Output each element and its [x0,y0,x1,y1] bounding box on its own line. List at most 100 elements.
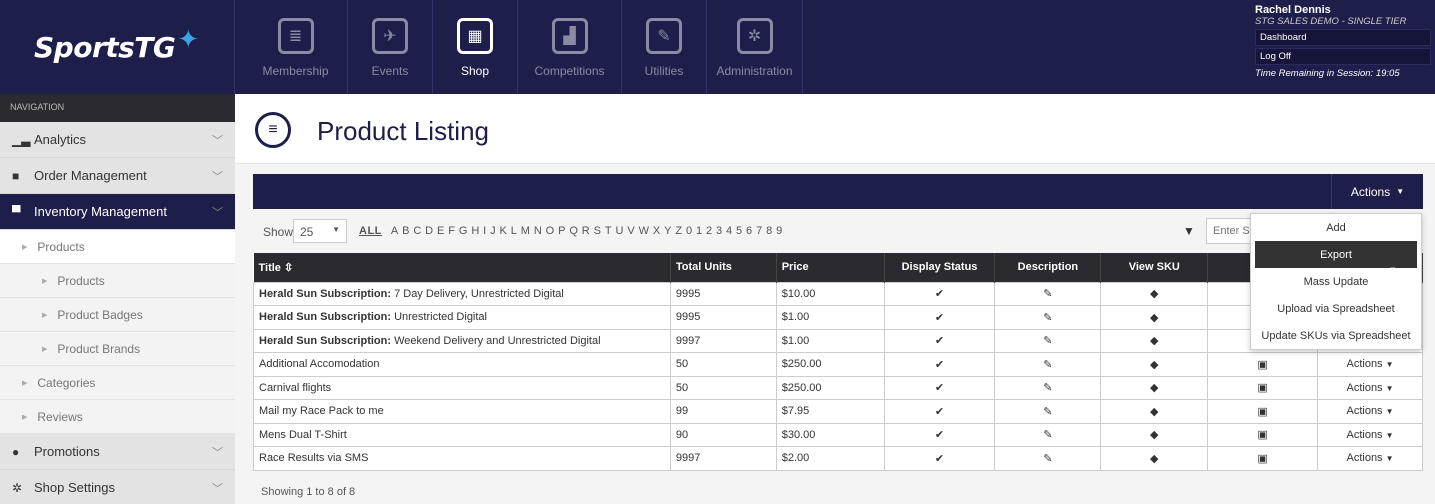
filter-letter[interactable]: 3 [716,225,723,237]
filter-letter[interactable]: 6 [746,225,753,237]
filter-letter[interactable]: R [582,225,590,237]
filter-letter[interactable]: D [425,225,433,237]
tag-icon[interactable]: ◆ [1100,375,1209,400]
dashboard-link[interactable]: Dashboard [1255,29,1431,46]
dropdown-add[interactable]: Add [1251,214,1421,241]
filter-letter[interactable]: B [402,225,410,237]
filter-letter[interactable]: 2 [706,225,713,237]
filter-letter[interactable]: T [605,225,612,237]
tab-events[interactable]: ✈ Events [348,0,433,94]
tag-icon[interactable]: ◆ [1100,305,1209,330]
sidebar-item-product-badges[interactable]: ▶ Product Badges [0,298,235,332]
filter-letter[interactable]: G [459,225,468,237]
tag-icon[interactable]: ◆ [1100,352,1209,377]
tab-utilities[interactable]: ✎ Utilities [622,0,707,94]
filter-letter[interactable]: U [616,225,624,237]
filter-letter[interactable]: 1 [696,225,703,237]
checkmark-icon[interactable]: ✔ [883,422,996,447]
camera-icon[interactable]: ▣ [1207,375,1319,400]
filter-letter[interactable]: K [500,225,508,237]
filter-letter[interactable]: W [639,225,650,237]
sidebar-item-products-sub[interactable]: ▶ Products [0,264,235,298]
filter-letter[interactable]: Z [675,225,682,237]
filter-letter[interactable]: C [413,225,421,237]
camera-icon[interactable]: ▣ [1207,422,1319,447]
filter-letter[interactable]: 5 [736,225,743,237]
checkmark-icon[interactable]: ✔ [883,352,996,377]
col-description[interactable]: Description [994,253,1102,282]
page-size-select[interactable]: 25 ▼ [293,219,347,243]
tag-icon[interactable]: ◆ [1100,399,1209,424]
tag-icon[interactable]: ◆ [1100,281,1209,306]
filter-letter[interactable]: P [558,225,566,237]
col-display-status[interactable]: Display Status [884,253,996,282]
filter-letter[interactable]: F [448,225,455,237]
checkmark-icon[interactable]: ✔ [883,305,996,330]
checkmark-icon[interactable]: ✔ [883,446,996,471]
actions-button[interactable]: Actions ▼ [1331,174,1423,209]
row-actions-button[interactable]: Actions ▼ [1317,446,1423,471]
filter-letter[interactable]: H [471,225,479,237]
filter-letter[interactable]: J [490,225,496,237]
col-title[interactable]: Title ⇳ [253,253,671,282]
filter-letter[interactable]: S [594,225,602,237]
filter-letter[interactable]: 8 [766,225,773,237]
filter-letter[interactable]: I [483,225,487,237]
filter-letter[interactable]: X [653,225,661,237]
logo[interactable]: SportsTG ✦ [0,0,235,94]
filter-letter[interactable]: N [534,225,542,237]
sidebar-item-reviews[interactable]: ▶ Reviews [0,400,235,434]
checkmark-icon[interactable]: ✔ [883,328,996,353]
pencil-icon[interactable]: ✎ [994,305,1102,330]
row-actions-button[interactable]: Actions ▼ [1317,375,1423,400]
tab-shop[interactable]: ▦ Shop [433,0,518,94]
sidebar-item-inventory-management[interactable]: ▀ Inventory Management ﹀ [0,194,235,230]
tab-administration[interactable]: ✲ Administration [707,0,803,94]
camera-icon[interactable]: ▣ [1207,399,1319,424]
pencil-icon[interactable]: ✎ [994,281,1102,306]
row-actions-button[interactable]: Actions ▼ [1317,352,1423,377]
col-price[interactable]: Price [776,253,885,282]
logoff-link[interactable]: Log Off [1255,48,1431,65]
sidebar-item-order-management[interactable]: ■ Order Management ﹀ [0,158,235,194]
checkmark-icon[interactable]: ✔ [883,375,996,400]
tag-icon[interactable]: ◆ [1100,446,1209,471]
col-view-sku[interactable]: View SKU [1100,253,1209,282]
filter-all[interactable]: ALL [359,225,382,237]
camera-icon[interactable]: ▣ [1207,352,1319,377]
filter-letter[interactable]: Q [569,225,578,237]
filter-letter[interactable]: O [546,225,555,237]
pencil-icon[interactable]: ✎ [994,446,1102,471]
pencil-icon[interactable]: ✎ [994,375,1102,400]
pencil-icon[interactable]: ✎ [994,352,1102,377]
row-actions-button[interactable]: Actions ▼ [1317,422,1423,447]
tag-icon[interactable]: ◆ [1100,328,1209,353]
tab-membership[interactable]: ≣ Membership [244,0,348,94]
tag-icon[interactable]: ◆ [1100,422,1209,447]
pencil-icon[interactable]: ✎ [994,399,1102,424]
sidebar-item-shop-settings[interactable]: ✲ Shop Settings ﹀ [0,470,235,504]
pencil-icon[interactable]: ✎ [994,328,1102,353]
filter-letter[interactable]: E [437,225,445,237]
camera-icon[interactable]: ▣ [1207,446,1319,471]
pencil-icon[interactable]: ✎ [994,422,1102,447]
dropdown-update-skus[interactable]: Update SKUs via Spreadsheet [1251,322,1421,349]
sidebar-item-categories[interactable]: ▶ Categories [0,366,235,400]
filter-letter[interactable]: 4 [726,225,733,237]
sidebar-item-product-brands[interactable]: ▶ Product Brands [0,332,235,366]
dropdown-upload-spreadsheet[interactable]: Upload via Spreadsheet [1251,295,1421,322]
filter-letter[interactable]: Y [664,225,672,237]
checkmark-icon[interactable]: ✔ [883,281,996,306]
tab-competitions[interactable]: ▟ Competitions [518,0,622,94]
filter-letter[interactable]: V [627,225,635,237]
filter-letter[interactable]: M [521,225,531,237]
sidebar-item-analytics[interactable]: ▁▃ Analytics ﹀ [0,122,235,158]
filter-letter[interactable]: 9 [776,225,783,237]
checkmark-icon[interactable]: ✔ [883,399,996,424]
sidebar-item-products[interactable]: ▶ Products [0,230,235,264]
row-actions-button[interactable]: Actions ▼ [1317,399,1423,424]
sidebar-item-promotions[interactable]: ● Promotions ﹀ [0,434,235,470]
col-total-units[interactable]: Total Units [670,253,777,282]
filter-letter[interactable]: 7 [756,225,763,237]
filter-letter[interactable]: A [391,225,399,237]
